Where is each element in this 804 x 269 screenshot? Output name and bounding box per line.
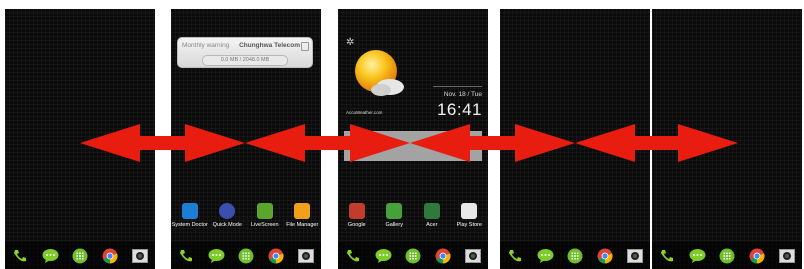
swipe-arrow-icon: [245, 124, 410, 162]
swipe-arrows-overlay: [80, 124, 738, 162]
swipe-arrow-icon: [80, 124, 245, 162]
swipe-arrow-icon: [410, 124, 575, 162]
swipe-arrow-icon: [575, 124, 738, 162]
